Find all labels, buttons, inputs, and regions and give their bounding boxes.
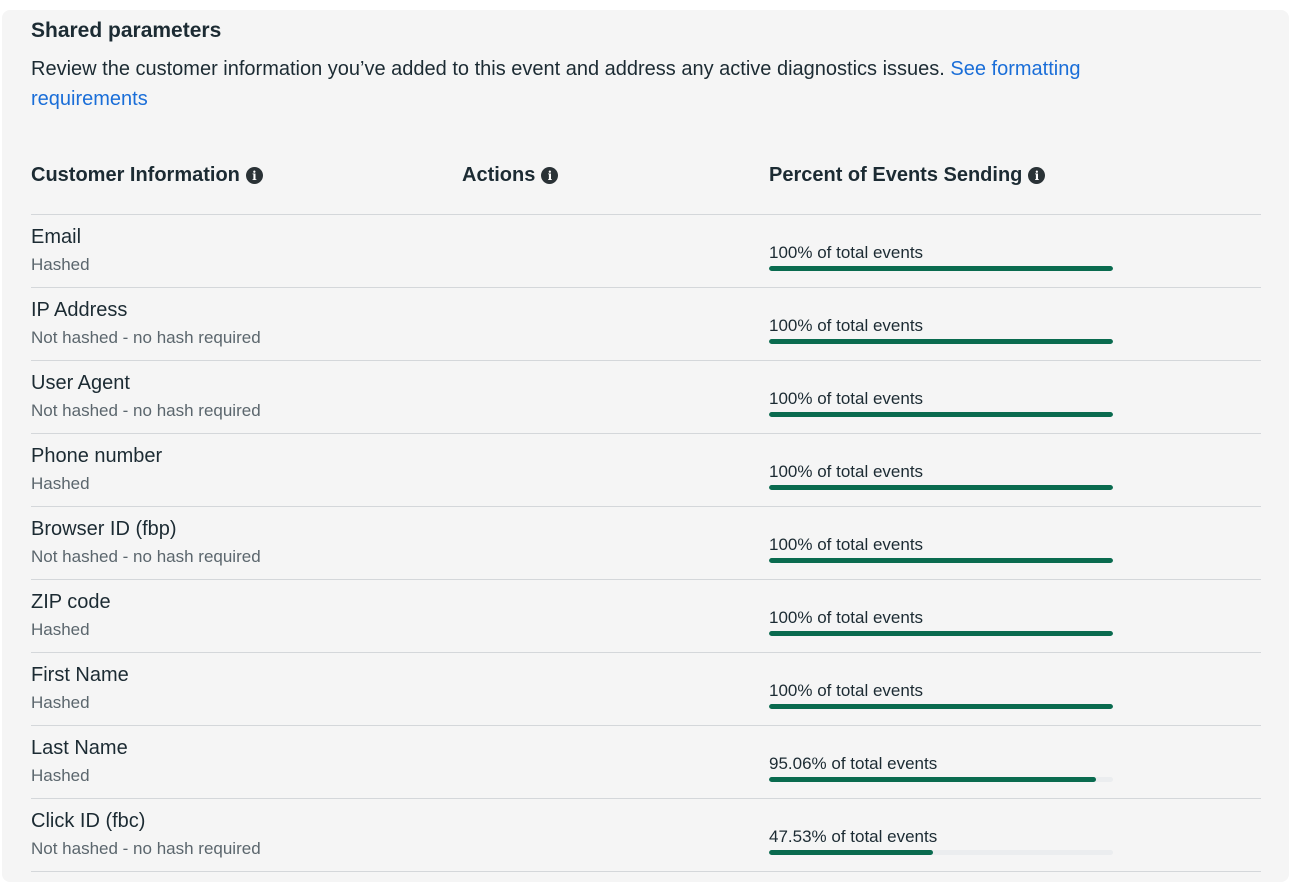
table-row: User Agent Not hashed - no hash required… <box>31 361 1261 434</box>
table-row: Last Name Hashed 95.06% of total events <box>31 726 1261 799</box>
header-percent-events-label: Percent of Events Sending <box>769 164 1023 186</box>
table-row: First Name Hashed 100% of total events <box>31 653 1261 726</box>
header-customer-information: Customer Information i <box>31 164 263 187</box>
percent-progress-bar <box>769 485 1113 490</box>
percent-progress-bar <box>769 704 1113 709</box>
info-icon[interactable]: i <box>245 167 263 184</box>
parameter-name: Browser ID (fbp) <box>31 518 177 540</box>
parameters-table-body: Email Hashed 100% of total events IP Add… <box>31 215 1261 872</box>
hash-status: Hashed <box>31 620 90 639</box>
progress-fill <box>769 704 1113 709</box>
parameter-name: IP Address <box>31 299 128 321</box>
description-text: Review the customer information you’ve a… <box>31 58 951 80</box>
percent-label: 100% of total events <box>769 608 924 627</box>
header-percent-events: Percent of Events Sending i <box>769 164 1046 187</box>
percent-progress-bar <box>769 631 1113 636</box>
percent-label: 100% of total events <box>769 535 924 554</box>
percent-label: 47.53% of total events <box>769 827 938 846</box>
hash-status: Hashed <box>31 693 90 712</box>
info-icon[interactable]: i <box>541 167 559 184</box>
hash-status: Not hashed - no hash required <box>31 839 261 858</box>
parameter-name: First Name <box>31 664 129 686</box>
hash-status: Not hashed - no hash required <box>31 328 261 347</box>
parameter-name: Email <box>31 226 82 248</box>
parameter-name: Last Name <box>31 737 128 759</box>
progress-fill <box>769 558 1113 563</box>
section-description: Review the customer information you’ve a… <box>31 54 1191 114</box>
progress-fill <box>769 266 1113 271</box>
hash-status: Not hashed - no hash required <box>31 401 261 420</box>
table-row: Click ID (fbc) Not hashed - no hash requ… <box>31 799 1261 872</box>
progress-fill <box>769 485 1113 490</box>
percent-label: 100% of total events <box>769 462 924 481</box>
percent-progress-bar <box>769 266 1113 271</box>
hash-status: Hashed <box>31 255 90 274</box>
percent-progress-bar <box>769 777 1113 782</box>
hash-status: Hashed <box>31 474 90 493</box>
percent-label: 100% of total events <box>769 389 924 408</box>
shared-parameters-panel: Shared parameters Review the customer in… <box>2 10 1289 882</box>
table-row: IP Address Not hashed - no hash required… <box>31 288 1261 361</box>
hash-status: Hashed <box>31 766 90 785</box>
progress-fill <box>769 631 1113 636</box>
progress-fill <box>769 850 933 855</box>
progress-fill <box>769 339 1113 344</box>
header-actions-label: Actions <box>462 164 536 186</box>
section-title: Shared parameters <box>31 19 222 42</box>
table-row: Browser ID (fbp) Not hashed - no hash re… <box>31 507 1261 580</box>
percent-label: 100% of total events <box>769 681 924 700</box>
percent-progress-bar <box>769 558 1113 563</box>
progress-fill <box>769 412 1113 417</box>
info-icon[interactable]: i <box>1028 167 1046 184</box>
percent-label: 100% of total events <box>769 316 924 335</box>
table-row: Email Hashed 100% of total events <box>31 215 1261 288</box>
percent-progress-bar <box>769 850 1113 855</box>
header-customer-information-label: Customer Information <box>31 164 240 186</box>
progress-fill <box>769 777 1096 782</box>
table-row: Phone number Hashed 100% of total events <box>31 434 1261 507</box>
parameter-name: Click ID (fbc) <box>31 810 146 832</box>
percent-label: 95.06% of total events <box>769 754 938 773</box>
percent-progress-bar <box>769 339 1113 344</box>
hash-status: Not hashed - no hash required <box>31 547 261 566</box>
percent-progress-bar <box>769 412 1113 417</box>
parameter-name: ZIP code <box>31 591 111 613</box>
parameter-name: User Agent <box>31 372 130 394</box>
table-header: Customer Information i Actions i Percent… <box>31 164 1261 215</box>
header-actions: Actions i <box>462 164 559 187</box>
percent-label: 100% of total events <box>769 243 924 262</box>
parameter-name: Phone number <box>31 445 163 467</box>
table-row: ZIP code Hashed 100% of total events <box>31 580 1261 653</box>
